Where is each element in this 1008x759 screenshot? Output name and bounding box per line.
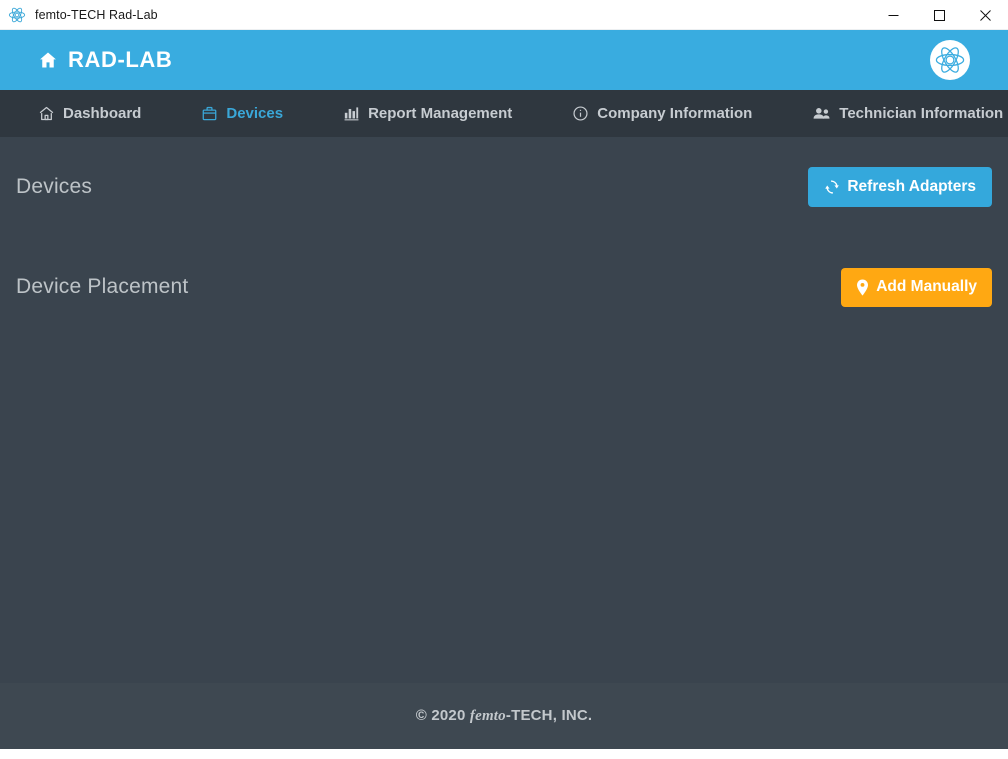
briefcase-icon: [201, 105, 218, 122]
bar-chart-icon: [343, 105, 360, 122]
window-titlebar: femto-TECH Rad-Lab: [0, 0, 1008, 30]
nav-item-dashboard[interactable]: Dashboard: [38, 90, 201, 137]
window-title: femto-TECH Rad-Lab: [35, 7, 158, 22]
nav-label: Company Information: [597, 105, 753, 122]
add-manually-label: Add Manually: [876, 278, 977, 296]
nav-label: Report Management: [368, 105, 513, 122]
nav-label: Dashboard: [63, 105, 142, 122]
main-content: Devices Refresh Adapters Device Placemen…: [0, 137, 1008, 683]
device-placement-section-title: Device Placement: [16, 275, 189, 298]
refresh-adapters-button[interactable]: Refresh Adapters: [808, 167, 992, 207]
device-placement-section-header: Device Placement Add Manually: [16, 237, 992, 337]
refresh-icon: [824, 179, 840, 195]
devices-section-title: Devices: [16, 175, 93, 198]
app-header: RAD-LAB: [0, 30, 1008, 90]
company-name-italic: femto: [469, 708, 506, 724]
minimize-icon[interactable]: [870, 0, 916, 30]
main-navigation: Dashboard Devices Report Management Comp…: [0, 90, 1008, 137]
devices-section-header: Devices Refresh Adapters: [16, 137, 992, 237]
copyright-text: © 2020 femto-TECH, INC.: [416, 707, 593, 725]
home-icon: [38, 105, 55, 122]
brand-name: RAD-LAB: [68, 47, 173, 72]
home-icon: [38, 50, 58, 70]
atom-logo-icon: [930, 40, 970, 80]
company-name-rest: -TECH, INC.: [505, 707, 593, 724]
nav-item-technician-information[interactable]: Technician Information: [812, 90, 1008, 137]
refresh-adapters-label: Refresh Adapters: [847, 178, 976, 196]
atom-icon: [6, 4, 28, 26]
window-controls: [870, 0, 1008, 30]
copyright-prefix: © 2020: [415, 707, 470, 724]
nav-item-company-information[interactable]: Company Information: [572, 90, 812, 137]
info-circle-icon: [572, 105, 589, 122]
add-manually-button[interactable]: Add Manually: [841, 267, 992, 307]
maximize-icon[interactable]: [916, 0, 962, 30]
brand-logo[interactable]: RAD-LAB: [38, 47, 172, 73]
map-pin-icon: [856, 278, 869, 296]
nav-item-devices[interactable]: Devices: [201, 90, 343, 137]
users-icon: [812, 105, 831, 122]
nav-label: Technician Information: [839, 105, 1004, 122]
nav-item-report-management[interactable]: Report Management: [343, 90, 572, 137]
close-icon[interactable]: [962, 0, 1008, 30]
nav-label: Devices: [226, 105, 284, 122]
app-footer: © 2020 femto-TECH, INC.: [0, 683, 1008, 749]
